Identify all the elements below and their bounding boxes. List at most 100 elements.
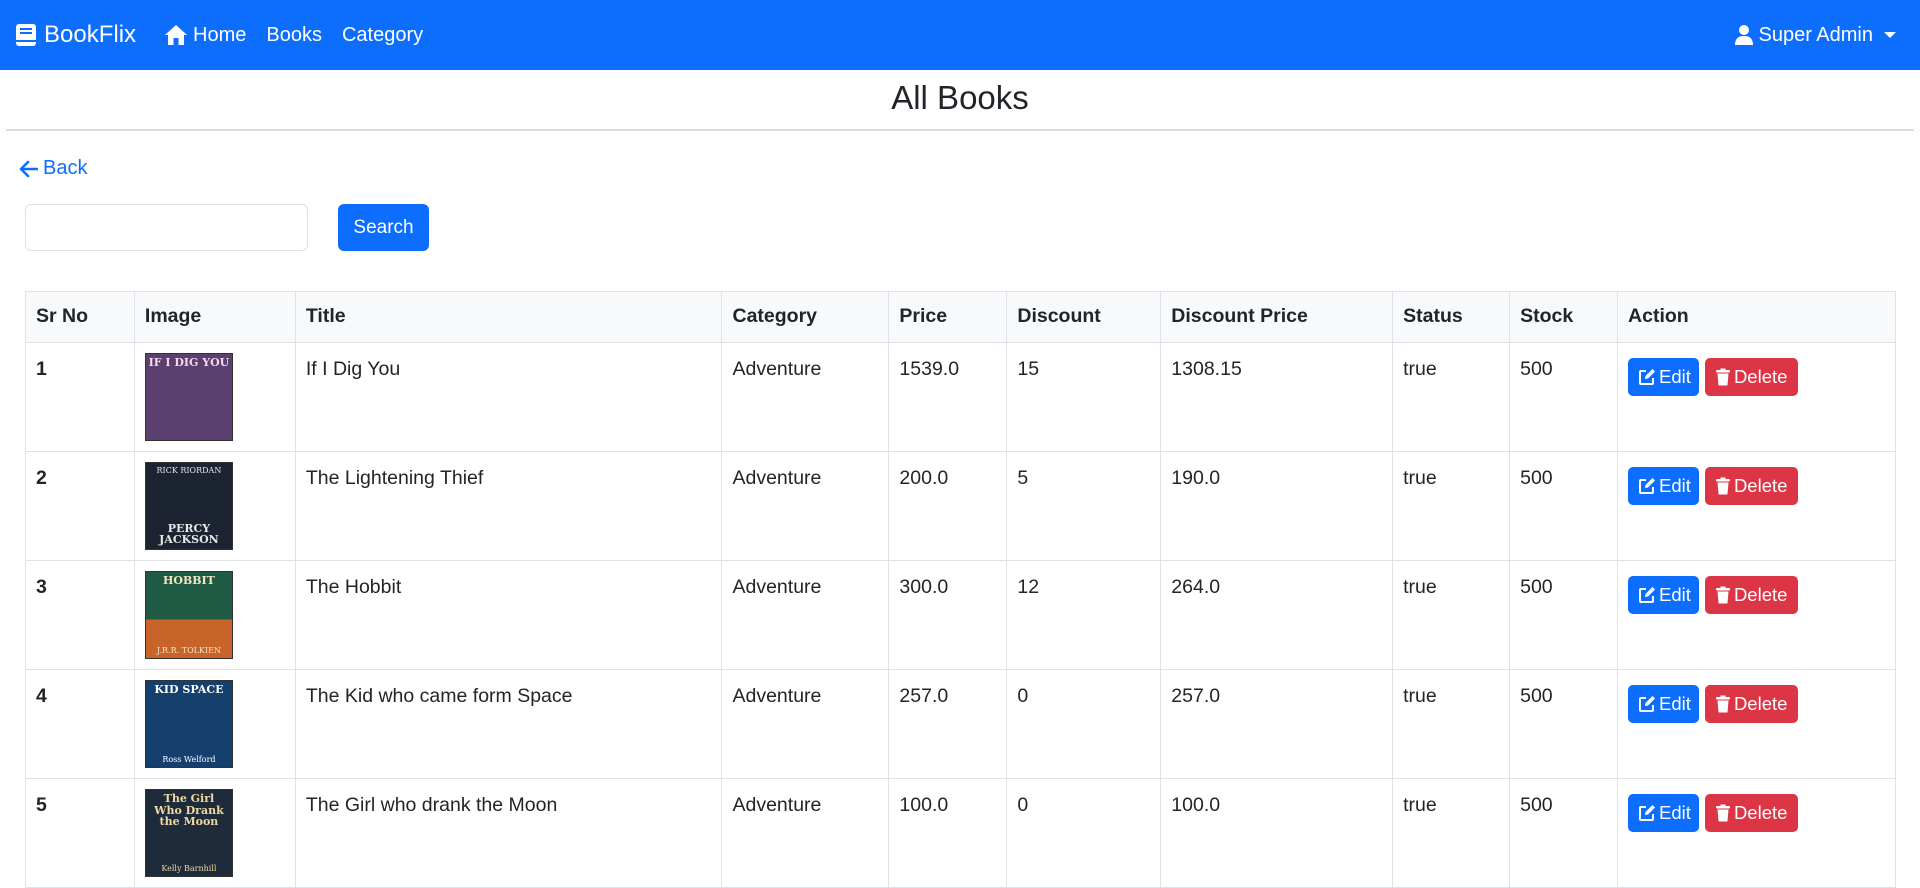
cell-category: Adventure [721,451,890,561]
edit-icon [1639,805,1656,821]
header-stock: Stock [1509,291,1619,343]
header-title: Title [294,291,723,343]
cell-image: HOBBIT J.R.R. TOLKIEN [133,560,296,670]
edit-label: Edit [1659,475,1691,496]
book-cover-image: IF I DIG YOU [144,353,233,441]
back-label: Back [43,157,88,179]
cover-title: IF I DIG YOU [148,356,230,369]
row-actions: Edit Delete [1628,576,1885,614]
delete-label: Delete [1733,366,1788,387]
cell-discount: 12 [1006,560,1162,670]
cell-sr-no: 4 [25,669,135,779]
cell-status: true [1392,560,1511,670]
nav-books-label: Books [266,23,322,46]
cell-category: Adventure [721,560,890,670]
edit-icon [1639,369,1656,385]
cell-stock: 500 [1509,669,1619,779]
cell-price: 100.0 [888,778,1008,888]
nav-home[interactable]: Home [164,24,246,47]
edit-icon [1639,478,1656,494]
trash-icon [1715,804,1730,822]
cell-discount-price: 1308.15 [1160,342,1394,452]
header-category: Category [721,291,890,343]
cell-discount: 5 [1006,451,1162,561]
cell-title: If I Dig You [294,342,723,452]
nav-category-label: Category [341,23,424,46]
table-row: 1 IF I DIG YOU If I Dig You Adventure 15… [25,342,1896,452]
header-status: Status [1392,291,1511,343]
cell-action: Edit Delete [1617,778,1896,888]
edit-icon [1639,696,1656,712]
delete-button[interactable]: Delete [1704,794,1799,832]
cell-action: Edit Delete [1617,342,1896,452]
cover-title: HOBBIT [162,574,215,587]
cell-discount: 0 [1006,669,1162,779]
cell-discount: 15 [1006,342,1162,452]
row-actions: Edit Delete [1628,467,1885,505]
edit-button[interactable]: Edit [1628,685,1699,723]
nav-books[interactable]: Books [266,24,322,47]
cell-price: 257.0 [888,669,1008,779]
book-cover-image: HOBBIT J.R.R. TOLKIEN [144,571,233,659]
cover-author: J.R.R. TOLKIEN [156,646,221,655]
header-image: Image [133,291,296,343]
delete-label: Delete [1733,475,1788,496]
title-divider [6,129,1914,131]
cell-discount-price: 264.0 [1160,560,1394,670]
cell-image: RICK RIORDAN PERCY JACKSON [133,451,296,561]
cell-status: true [1392,342,1511,452]
delete-label: Delete [1733,802,1788,823]
brand-label: BookFlix [44,21,137,48]
delete-button[interactable]: Delete [1704,467,1799,505]
cell-action: Edit Delete [1617,451,1896,561]
edit-button[interactable]: Edit [1628,794,1699,832]
trash-icon [1715,586,1730,604]
header-action: Action [1617,291,1896,343]
edit-button[interactable]: Edit [1628,576,1699,614]
row-actions: Edit Delete [1628,794,1885,832]
back-link[interactable]: Back [19,157,87,180]
cell-discount-price: 190.0 [1160,451,1394,561]
search-button[interactable]: Search [338,204,429,251]
edit-label: Edit [1659,693,1691,714]
home-icon [165,25,188,45]
row-actions: Edit Delete [1628,358,1885,396]
cell-image: IF I DIG YOU [133,342,296,452]
book-cover-image: KID SPACE Ross Welford [144,680,233,768]
cell-stock: 500 [1509,778,1619,888]
cell-price: 300.0 [888,560,1008,670]
cell-stock: 500 [1509,560,1619,670]
delete-button[interactable]: Delete [1704,685,1799,723]
header-discount-price: Discount Price [1160,291,1394,343]
cover-title: PERCY JACKSON [159,521,219,547]
books-table: Sr No Image Title Category Price Discoun… [25,291,1896,888]
book-cover-image: The Girl Who Drank the Moon Kelly Barnhi… [144,789,233,877]
table-row: 5 The Girl Who Drank the Moon Kelly Barn… [25,778,1896,888]
chevron-down-icon [1884,32,1896,38]
header-price: Price [888,291,1008,343]
cell-title: The Hobbit [294,560,723,670]
edit-label: Edit [1659,584,1691,605]
user-menu-dropdown[interactable]: Super Admin [1735,24,1896,47]
cell-stock: 500 [1509,451,1619,561]
delete-button[interactable]: Delete [1704,576,1799,614]
edit-button[interactable]: Edit [1628,358,1699,396]
brand-link[interactable]: BookFlix [15,21,136,49]
arrow-left-icon [19,160,38,177]
cell-sr-no: 2 [25,451,135,561]
table-header-row: Sr No Image Title Category Price Discoun… [25,291,1896,343]
table-row: 2 RICK RIORDAN PERCY JACKSON The Lighten… [25,451,1896,561]
cell-status: true [1392,778,1511,888]
cell-stock: 500 [1509,342,1619,452]
cell-action: Edit Delete [1617,669,1896,779]
search-input[interactable] [25,204,308,251]
edit-button[interactable]: Edit [1628,467,1699,505]
cell-discount-price: 257.0 [1160,669,1394,779]
nav-category[interactable]: Category [342,24,423,47]
edit-icon [1639,587,1656,603]
cell-action: Edit Delete [1617,560,1896,670]
cover-title: KID SPACE [154,683,224,696]
cell-category: Adventure [721,778,890,888]
delete-button[interactable]: Delete [1704,358,1799,396]
cell-sr-no: 1 [25,342,135,452]
